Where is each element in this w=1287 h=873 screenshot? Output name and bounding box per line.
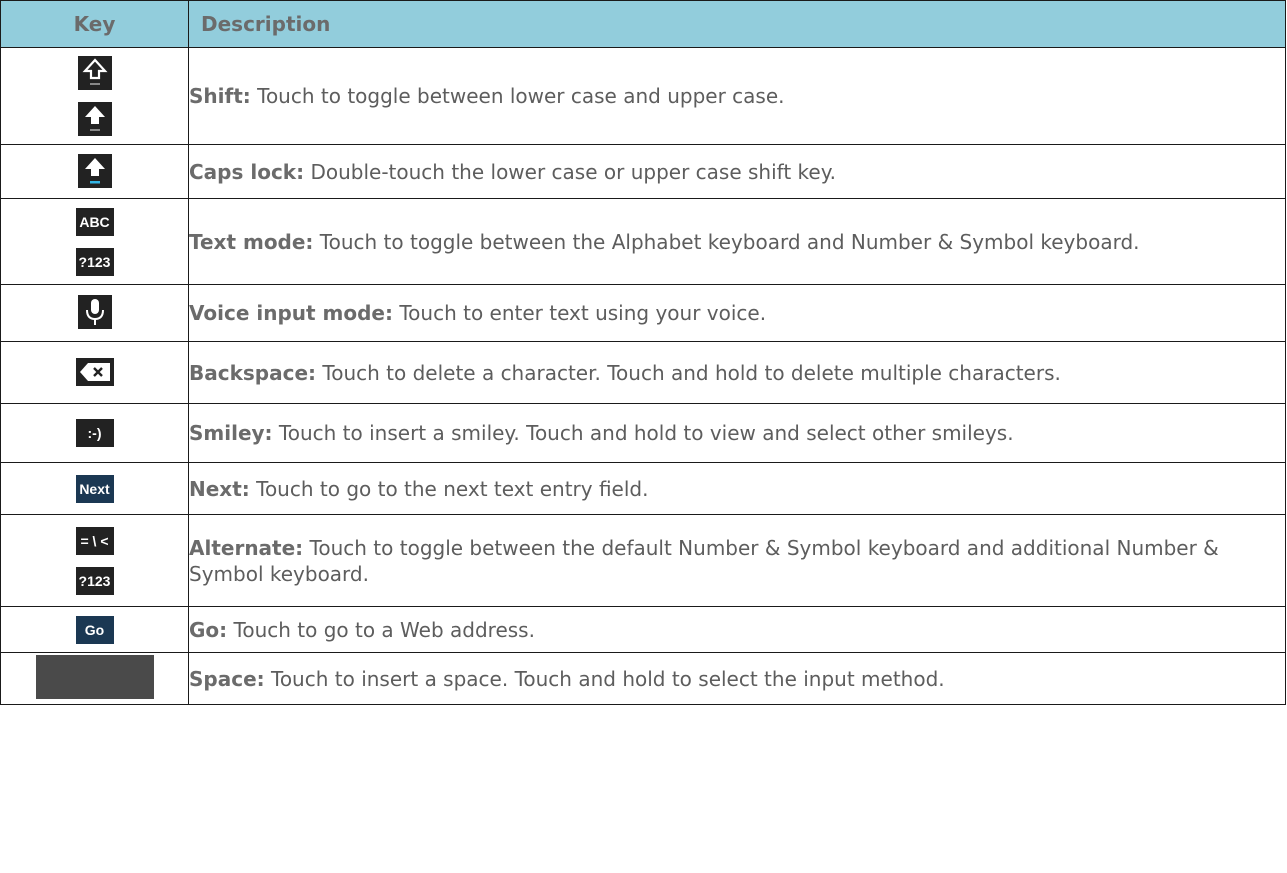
term-go: Go:	[189, 617, 228, 642]
table-row: Shift: Touch to toggle between lower cas…	[0, 47, 1286, 145]
term-space: Space:	[189, 666, 265, 691]
description-text: Touch to go to the next text entry field…	[249, 476, 649, 501]
description-text: Touch to toggle between the Alphabet key…	[313, 229, 1140, 254]
shift-upper-icon	[77, 102, 112, 136]
microphone-icon	[77, 295, 112, 329]
term-text-mode: Text mode:	[189, 229, 314, 254]
space-key-icon	[35, 654, 154, 699]
description-cell: Backspace: Touch to delete a character. …	[188, 341, 1286, 404]
table-row: Go Go: Touch to go to a Web address.	[0, 606, 1286, 653]
number-key-icon: ?123	[75, 247, 114, 276]
description-cell: Shift: Touch to toggle between lower cas…	[188, 47, 1286, 145]
description-text: Double-touch the lower case or upper cas…	[304, 159, 837, 184]
keyboard-keys-table: Key Description Shift: Touch to toggle b…	[0, 0, 1286, 705]
description-cell: Next: Touch to go to the next text entry…	[188, 462, 1286, 515]
term-alternate: Alternate:	[189, 535, 304, 560]
term-caps-lock: Caps lock:	[189, 159, 305, 184]
smiley-key-icon: :-)	[75, 419, 114, 447]
table-row: Caps lock: Double-touch the lower case o…	[0, 144, 1286, 199]
next-key-icon: Next	[75, 474, 114, 503]
description-text: Touch to go to a Web address.	[227, 617, 535, 642]
description-text: Touch to delete a character. Touch and h…	[316, 360, 1061, 385]
alternate-key-icon: = \ <	[75, 526, 114, 555]
table-row: ABC ?123 Text mode: Touch to toggle betw…	[0, 198, 1286, 285]
shift-lower-icon	[77, 56, 112, 90]
description-text: Touch to toggle between the default Numb…	[189, 535, 1219, 586]
table-row: Backspace: Touch to delete a character. …	[0, 341, 1286, 404]
description-cell: Space: Touch to insert a space. Touch an…	[188, 652, 1286, 705]
term-smiley: Smiley:	[189, 421, 273, 445]
description-text: Touch to toggle between lower case and u…	[250, 84, 785, 108]
header-description: Description	[188, 0, 1286, 48]
number-key-icon: ?123	[75, 566, 114, 595]
term-next: Next:	[189, 476, 250, 501]
table-row: Voice input mode: Touch to enter text us…	[0, 284, 1286, 342]
header-key: Key	[0, 0, 189, 48]
description-text: Touch to insert a smiley. Touch and hold…	[272, 421, 1014, 445]
go-key-icon: Go	[75, 615, 114, 644]
description-cell: Caps lock: Double-touch the lower case o…	[188, 144, 1286, 199]
term-voice-input: Voice input mode:	[189, 301, 393, 325]
abc-key-icon: ABC	[75, 207, 114, 236]
term-backspace: Backspace:	[189, 360, 317, 385]
description-text: Touch to insert a space. Touch and hold …	[264, 666, 945, 691]
table-row: Next Next: Touch to go to the next text …	[0, 462, 1286, 515]
description-cell: Text mode: Touch to toggle between the A…	[188, 198, 1286, 285]
description-cell: Smiley: Touch to insert a smiley. Touch …	[188, 403, 1286, 463]
description-cell: Voice input mode: Touch to enter text us…	[188, 284, 1286, 342]
description-cell: Go: Touch to go to a Web address.	[188, 606, 1286, 653]
table-header-row: Key Description	[0, 0, 1286, 48]
caps-lock-icon	[77, 153, 112, 188]
term-shift: Shift:	[189, 84, 251, 108]
table-row: = \ < ?123 Alternate: Touch to toggle be…	[0, 514, 1286, 607]
backspace-icon	[75, 358, 114, 386]
description-text: Touch to enter text using your voice.	[393, 301, 767, 325]
table-row: :-) Smiley: Touch to insert a smiley. To…	[0, 403, 1286, 463]
table-row: Space: Touch to insert a space. Touch an…	[0, 652, 1286, 705]
description-cell: Alternate: Touch to toggle between the d…	[188, 514, 1286, 607]
